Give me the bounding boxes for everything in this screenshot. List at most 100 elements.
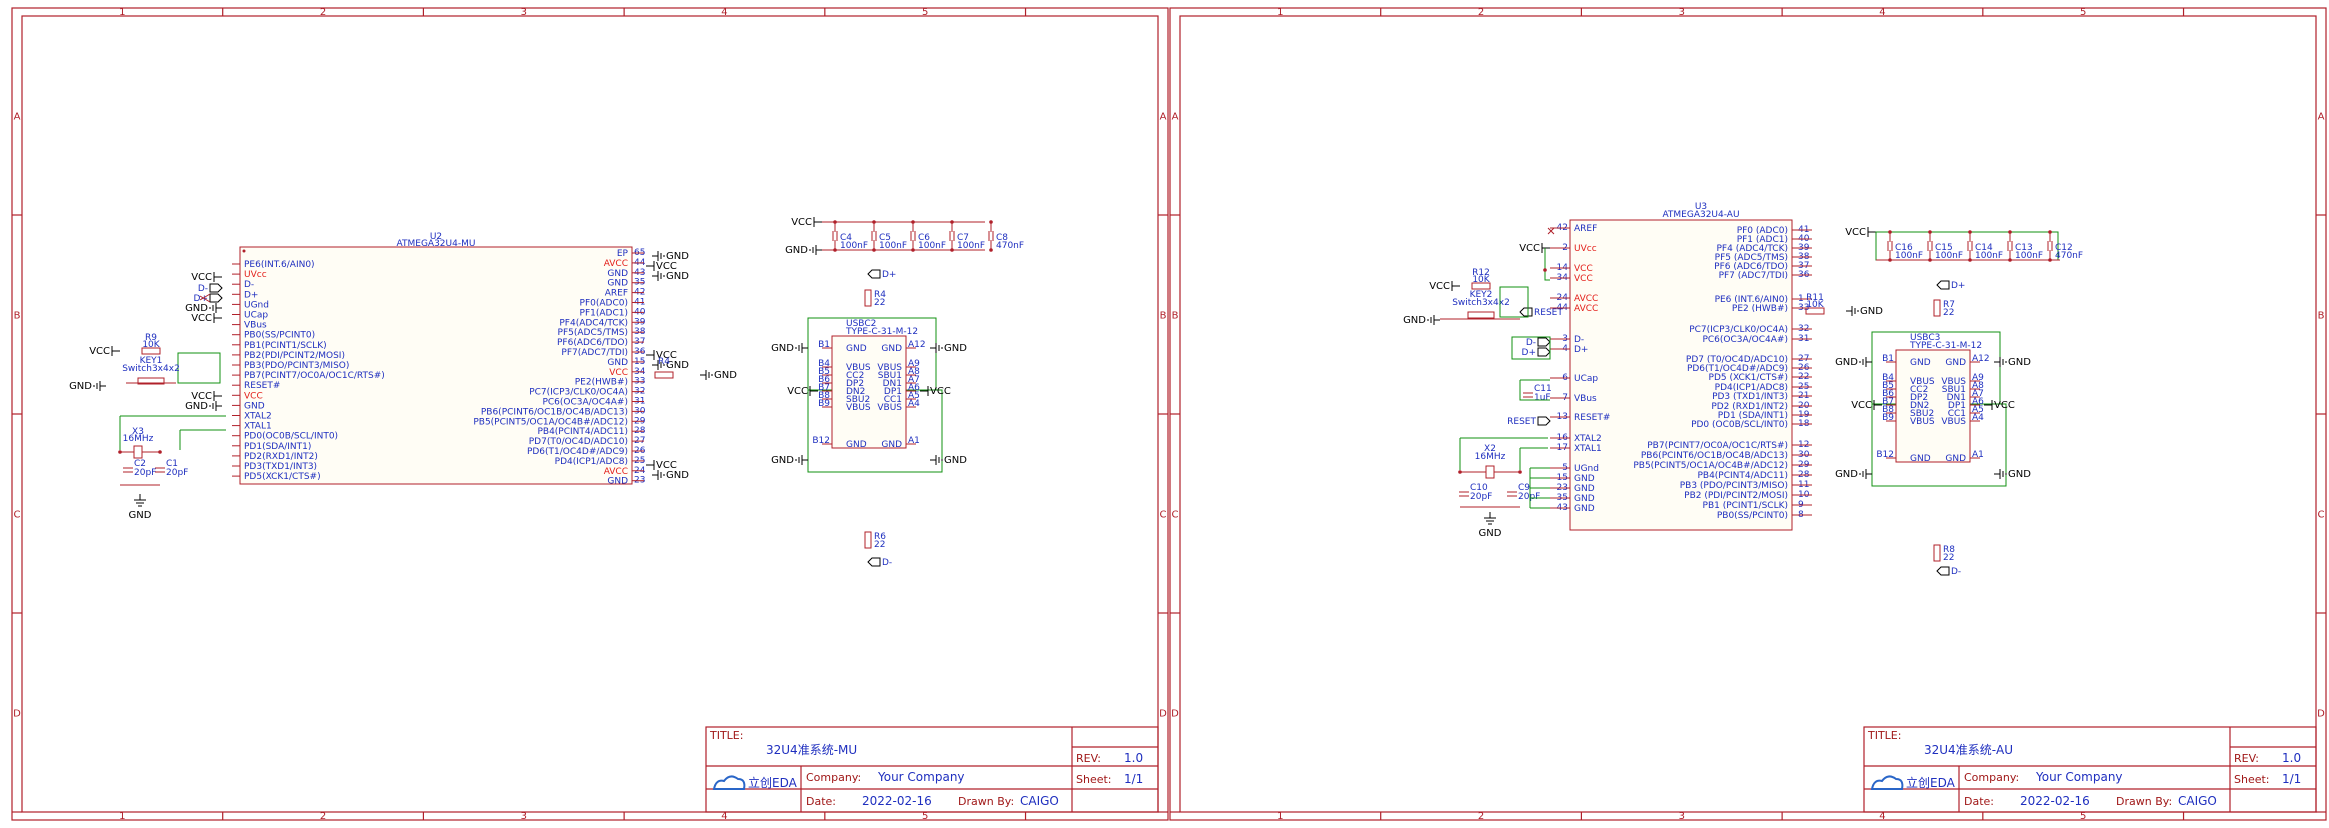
gnd-bars [209, 401, 217, 411]
gnd-symbol: GND [1846, 306, 1883, 317]
resistor-value: 22 [1943, 553, 1954, 563]
grid-row-label: D [1159, 709, 1167, 720]
gnd-net-label: GND [666, 470, 689, 481]
usb-pin-right: GND [1945, 454, 1966, 464]
grid-row-label: C [2318, 510, 2325, 521]
schematic-sheet-mu: 1122334455A AB BC CD DTITLE:32U4准系统-MUREV: 1.… [11, 7, 1169, 822]
schematic-canvas: 1122334455A AB BC CD DTITLE:32U4准系统-MUREV: 1.… [11, 7, 2327, 822]
mcu-left-pin: PB3(PDO/PCINT3/MISO) [244, 361, 349, 371]
rev-label: REV: [1076, 752, 1101, 765]
grid-row-label: D [13, 709, 21, 720]
gnd-net-label: GND [785, 245, 808, 256]
sheet-value: 1/1 [1124, 772, 1143, 786]
cap-value: 20pF [166, 468, 188, 478]
mcu-right-pin: PC6(OC3A/OC4A#) [542, 398, 628, 408]
net-flag: RESET [1507, 416, 1551, 427]
resistor-value: 22 [874, 298, 885, 308]
capacitor: C5100nF [871, 231, 907, 251]
mcu-left-pin: GND [1574, 484, 1595, 494]
mcu-right-pin: PC6(OC3A/OC4A#) [1702, 335, 1788, 345]
grid-col-label: 4 [1879, 811, 1885, 822]
grid-row-label: A [14, 112, 21, 123]
vcc-net-label: VCC [191, 313, 212, 324]
grid-row-label: C [14, 510, 21, 521]
mcu-u3: U3ATMEGA32U4-AUAREF42UVcc2VCC14VCC34AVCC… [1550, 202, 1812, 531]
mcu-right-pin: PF1(ADC1) [580, 308, 628, 318]
crystal-value: 16MHz [123, 434, 154, 444]
gnd-bars [1859, 357, 1867, 367]
gnd-bars [1484, 517, 1496, 525]
gnd-symbol: GND [652, 271, 689, 282]
mcu-left-pin: XTAL1 [1574, 444, 1602, 454]
mcu-right-pin: PB4(PCINT4/ADC11) [1697, 471, 1788, 481]
logo-text: 立创EDA [748, 775, 798, 790]
vcc-wire [1544, 248, 1550, 281]
crystal-body [133, 445, 143, 459]
gnd-symbol: GND [69, 381, 106, 392]
resistor-body [1933, 299, 1941, 317]
net-flag-label: D- [882, 558, 892, 568]
mcu-left-pin: PB1(PCINT1/SCLK) [244, 341, 327, 351]
gnd-symbol: GND [1994, 469, 2031, 480]
net-flag-shape [867, 557, 881, 567]
gnd-symbol: GND [1403, 315, 1440, 326]
gnd-net-label: GND [185, 401, 208, 412]
vcc-symbol: VCC [1984, 400, 2015, 411]
vcc-net-label: VCC [787, 386, 808, 397]
net-flag-label: D- [1951, 567, 1961, 577]
gnd-bars [209, 303, 217, 313]
mcu-left-pin: RESET# [244, 381, 280, 391]
mcu-left-pin: PD1(SDA/INT1) [244, 442, 311, 452]
logo-text: 立创EDA [1906, 775, 1956, 790]
resistor-value: 10K [1472, 275, 1490, 285]
mcu-left-pin: D- [244, 280, 254, 290]
mcu-left-pin: XTAL2 [1574, 434, 1602, 444]
pin1-marker [242, 249, 246, 253]
mcu-left-pin: VCC [1574, 274, 1593, 284]
grid-col-label: 5 [2080, 811, 2086, 822]
gnd-symbol: GND [930, 343, 967, 354]
gnd-bars [657, 470, 665, 480]
mcu-left-pin: PD0(OC0B/SCL/INT0) [244, 432, 338, 442]
mcu-left-pin: D+ [244, 290, 258, 300]
gnd-net-label: GND [771, 343, 794, 354]
mcu-left-pin: PD3(TXD1/INT3) [244, 462, 317, 472]
grid-row-label: A [1160, 112, 1167, 123]
mcu-right-pin: PB1 (PCINT1/SCLK) [1703, 501, 1788, 511]
mcu-right-pin: GND [607, 477, 628, 487]
usb-pin-left: VBUS [846, 403, 871, 413]
junction-dot [158, 450, 162, 454]
mcu-right-pin: PD5 (XCK1/CTS#) [1709, 373, 1788, 383]
mcu-right-pin: PB2 (PDI/PCINT2/MOSI) [1684, 491, 1788, 501]
junction-dot [118, 450, 122, 454]
cap-value: 100nF [957, 241, 985, 251]
sheet-label: Sheet: [1076, 773, 1112, 786]
company-label: Company: [806, 771, 861, 784]
mcu-left-pin: AREF [1574, 224, 1597, 234]
mcu-right-pin: PD6(T1/OC4D#/ADC9) [527, 447, 628, 457]
mcu-right-pin: GND [607, 269, 628, 279]
gnd-net-label: GND [129, 510, 152, 521]
resistor: R822 [1933, 544, 1955, 563]
rev-label: REV: [2234, 752, 2259, 765]
gnd-net-label: GND [714, 370, 737, 381]
mcu-left-pin: UVcc [244, 270, 267, 280]
net-flag-shape [1537, 416, 1551, 426]
mcu-right-pin: PF7(ADC7/TDI) [561, 348, 628, 358]
gnd-symbol: GND [1479, 512, 1502, 539]
vcc-symbol: VCC [787, 386, 818, 397]
mcu-left-pin: VBus [1574, 394, 1597, 404]
reset-net-box [177, 352, 221, 384]
grid-col-label: 1 [119, 7, 125, 18]
vcc-symbol: VCC [191, 272, 222, 283]
date-value: 2022-02-16 [2020, 794, 2090, 808]
rev-value: 1.0 [2282, 751, 2301, 765]
net-flag-shape [209, 293, 223, 303]
gnd-symbol: GND [1835, 357, 1872, 368]
grid-col-label: 3 [1679, 7, 1685, 18]
mcu-name: ATMEGA32U4-AU [1662, 210, 1739, 220]
vcc-net-label: VCC [191, 272, 212, 283]
vcc-net-label: VCC [930, 386, 951, 397]
gnd-symbol: GND [652, 470, 689, 481]
cap-value: 100nF [2015, 251, 2043, 261]
